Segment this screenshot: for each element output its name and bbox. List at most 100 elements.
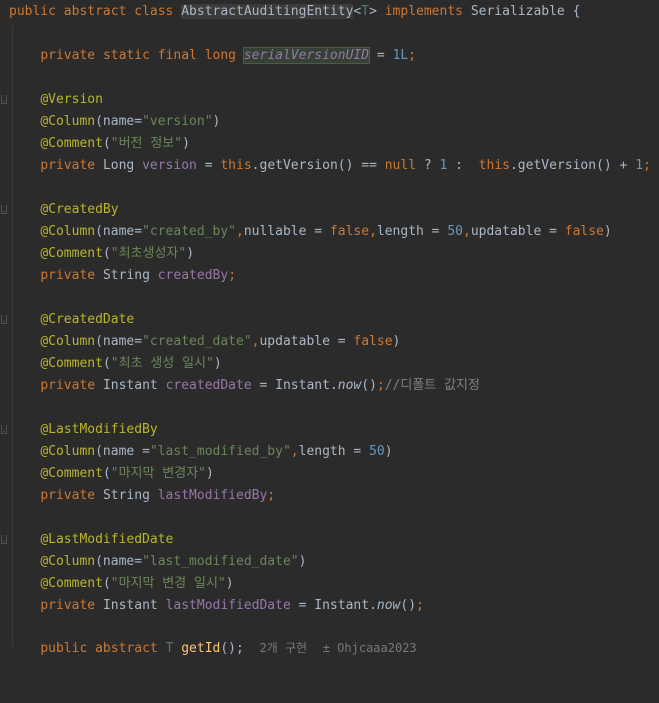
call-parens: () [400, 598, 417, 613]
string-literal: "버전 정보" [110, 136, 183, 151]
paren-close: ) [384, 444, 393, 459]
static-method-now[interactable]: now [377, 598, 400, 613]
keyword-false: false [353, 334, 393, 349]
paren-close: ) [298, 554, 307, 569]
keyword-class: class [134, 4, 174, 19]
code-line-column-created-by[interactable]: @Column(name="created_by",nullable = fal… [0, 221, 659, 243]
field-created-date[interactable]: createdDate [166, 378, 252, 393]
keyword-implements: implements [384, 4, 463, 19]
code-line-comment-created-by[interactable]: @Comment("최초생성자") [0, 243, 659, 265]
paren-close: ) [213, 356, 222, 371]
code-line-column-version[interactable]: @Column(name="version") [0, 111, 659, 133]
annotation: @Comment [40, 466, 103, 481]
param-length: length = [376, 224, 448, 239]
code-line-serial-version[interactable]: private static final long serialVersionU… [0, 45, 659, 67]
code-line-field-created-date[interactable]: private Instant createdDate = Instant.no… [0, 375, 659, 397]
string-literal: "최초생성자" [110, 246, 187, 261]
param-updatable: updatable = [259, 334, 354, 349]
paren-text: (name= [95, 334, 143, 349]
field-created-by[interactable]: createdBy [158, 268, 228, 283]
assign-operator: = [251, 378, 276, 393]
keyword-false: false [564, 224, 604, 239]
number-literal: 50 [447, 224, 463, 239]
code-line-comment-last-modified-by[interactable]: @Comment("마지막 변경자") [0, 463, 659, 485]
static-method-now[interactable]: now [338, 378, 361, 393]
string-literal: "created_date" [142, 334, 252, 349]
code-line-abstract-method[interactable]: public abstract T getId(); 2개 구현 ± Ohjca… [0, 637, 659, 659]
param-length: length = [298, 444, 370, 459]
code-line-field-created-by[interactable]: private String createdBy; [0, 265, 659, 287]
method-call: .getVersion() + [509, 158, 636, 173]
code-line-annotation-last-modified-by[interactable]: @LastModifiedBy [0, 419, 659, 441]
string-literal: "마지막 변경 일시" [110, 576, 226, 591]
code-line-annotation-version[interactable]: @Version [0, 89, 659, 111]
string-literal: "마지막 변경자" [110, 466, 207, 481]
code-line-field-version[interactable]: private Long version = this.getVersion()… [0, 155, 659, 177]
annotation: @Version [40, 92, 103, 107]
number-literal: 1 [635, 158, 644, 173]
semicolon: ; [416, 598, 424, 613]
code-line-comment-created-date[interactable]: @Comment("최초 생성 일시") [0, 353, 659, 375]
assign-operator: = [369, 48, 393, 63]
string-literal: "최초 생성 일시" [110, 356, 214, 371]
code-line-column-created-date[interactable]: @Column(name="created_date",updatable = … [0, 331, 659, 353]
semicolon: ; [267, 488, 276, 503]
code-line-annotation-last-modified-date[interactable]: @LastModifiedDate [0, 529, 659, 551]
fold-icon[interactable] [1, 95, 7, 104]
code-line-annotation-created-by[interactable]: @CreatedBy [0, 199, 659, 221]
paren-close: ) [212, 114, 221, 129]
field-serial-version-uid[interactable]: serialVersionUID [242, 47, 371, 64]
class-name[interactable]: AbstractAuditingEntity [181, 4, 354, 19]
code-line-annotation-created-date[interactable]: @CreatedDate [0, 309, 659, 331]
field-last-modified-by[interactable]: lastModifiedBy [158, 488, 268, 503]
keyword-private: private [40, 268, 96, 283]
code-line-comment-last-modified-date[interactable]: @Comment("마지막 변경 일시") [0, 573, 659, 595]
field-last-modified-date[interactable]: lastModifiedDate [166, 598, 291, 613]
annotation: @Comment [40, 356, 103, 371]
author-hint[interactable]: ± Ohjcaaa2023 [323, 641, 417, 655]
paren-open: ( [102, 466, 111, 481]
type-name: Instant [102, 378, 158, 393]
fold-icon[interactable] [1, 425, 7, 434]
keyword-false: false [329, 224, 370, 239]
code-line-column-last-modified-date[interactable]: @Column(name="last_modified_date") [0, 551, 659, 573]
annotation: @Comment [40, 136, 103, 151]
keyword-private: private [40, 598, 96, 613]
implementations-hint[interactable]: 2개 구현 [260, 641, 308, 655]
paren-close: ) [603, 224, 612, 239]
code-line-column-last-modified-by[interactable]: @Column(name ="last_modified_by",length … [0, 441, 659, 463]
call-parens: () [361, 378, 377, 393]
annotation: @Comment [40, 246, 103, 261]
annotation: @Column [40, 554, 96, 569]
semicolon: ; [376, 378, 385, 393]
semicolon: ; [643, 158, 651, 173]
type-name: Long [102, 158, 135, 173]
interface-name[interactable]: Serializable [471, 4, 565, 19]
code-line-field-last-modified-by[interactable]: private String lastModifiedBy; [0, 485, 659, 507]
string-literal: "created_by" [142, 224, 236, 239]
code-line-class-declaration[interactable]: public abstract class AbstractAuditingEn… [0, 1, 659, 23]
annotation: @CreatedDate [40, 312, 135, 327]
paren-close: ) [206, 466, 214, 481]
paren-open: ( [102, 576, 111, 591]
paren-open: ( [102, 136, 111, 151]
fold-icon[interactable] [1, 535, 7, 544]
annotation: @LastModifiedDate [40, 532, 174, 547]
keyword-static: static [102, 48, 150, 63]
paren-open: ( [102, 356, 111, 371]
fold-icon[interactable] [1, 315, 7, 324]
number-literal: 1L [392, 48, 409, 63]
type-name: String [102, 488, 150, 503]
generic-close: > [369, 4, 377, 19]
semicolon: ; [408, 48, 417, 63]
paren-close: ) [182, 136, 190, 151]
paren-close: ) [225, 576, 234, 591]
keyword-public: public [9, 4, 56, 19]
fold-icon[interactable] [1, 205, 7, 214]
code-line-comment-version[interactable]: @Comment("버전 정보") [0, 133, 659, 155]
class-reference: Instant. [314, 598, 377, 613]
field-version[interactable]: version [142, 158, 197, 173]
code-editor[interactable]: public abstract class AbstractAuditingEn… [0, 0, 659, 656]
code-line-field-last-modified-date[interactable]: private Instant lastModifiedDate = Insta… [0, 595, 659, 617]
comma: , [463, 224, 471, 239]
